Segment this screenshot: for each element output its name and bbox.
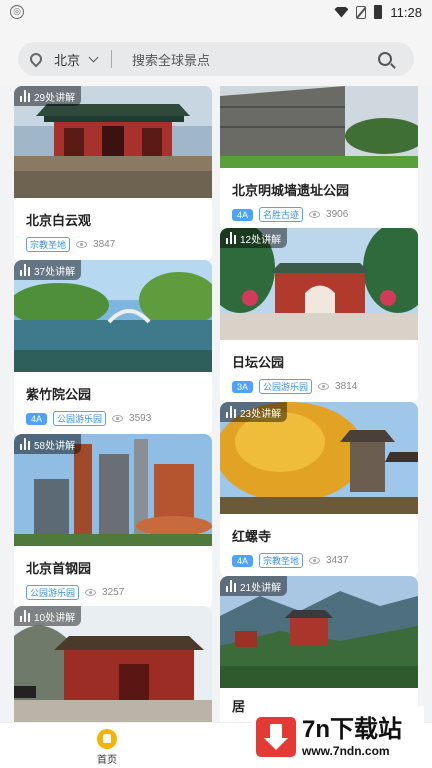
guide-count-badge: 12处讲解 [220, 228, 288, 248]
watermark-url: www.7ndn.com [302, 744, 390, 758]
attraction-title[interactable]: 北京首钢园 [14, 546, 212, 585]
attraction-photo[interactable]: 23处讲解 [220, 402, 418, 514]
view-count: 3437 [326, 555, 349, 566]
audio-bars-icon [226, 232, 236, 244]
attraction-photo[interactable]: 37处讲解 [14, 260, 212, 372]
search-divider [111, 50, 113, 68]
guide-count: 10处讲解 [34, 612, 76, 624]
guide-count-badge: 21处讲解 [220, 576, 288, 596]
audio-bars-icon [20, 90, 30, 102]
notification-icon: ◎ [10, 5, 24, 19]
level-tag: 4A [232, 208, 254, 221]
attraction-title[interactable]: 日坛公园 [220, 340, 418, 379]
audio-bars-icon [20, 264, 30, 276]
eye-icon [85, 589, 97, 596]
attraction-feed[interactable]: 29处讲解 北京白云观 宗教圣地 3847 37处讲解 紫竹院公园 4A 公园游… [0, 86, 432, 722]
level-tag: 4A [26, 412, 48, 425]
guide-count-badge: 58处讲解 [14, 434, 82, 454]
watermark-text: 7n下载站 www.7ndn.com [302, 716, 402, 758]
attraction-photo[interactable]: 58处讲解 [14, 434, 212, 546]
attraction-card[interactable]: 37处讲解 紫竹院公园 4A 公园游乐园 3593 [14, 260, 212, 436]
audio-bars-icon [226, 580, 236, 592]
status-bar: ◎ 11:28 [0, 0, 432, 24]
header: 北京 搜索全球景点 [0, 24, 432, 86]
attraction-photo[interactable]: 10处讲解 [14, 606, 212, 722]
attraction-card[interactable]: 10处讲解 [14, 606, 212, 722]
battery-icon [374, 5, 383, 19]
attraction-card[interactable]: 12处讲解 日坛公园 3A 公园游乐园 3814 [220, 228, 418, 404]
eye-icon [112, 415, 124, 422]
city-wall-photo [220, 86, 418, 168]
category-tag: 名胜古迹 [259, 207, 304, 222]
category-tag: 公园游乐园 [259, 379, 313, 394]
attraction-photo[interactable] [220, 86, 418, 168]
status-time: 11:28 [390, 4, 422, 20]
category-tag: 公园游乐园 [26, 585, 80, 600]
home-icon[interactable] [97, 729, 117, 749]
watermark-title: 7n下载站 [302, 716, 403, 743]
status-icons: 11:28 [334, 5, 422, 20]
view-count: 3257 [102, 587, 125, 598]
attraction-title[interactable]: 紫竹院公园 [14, 372, 212, 411]
nav-home-label[interactable]: 首页 [97, 751, 117, 766]
attraction-photo[interactable]: 21处讲解 [220, 576, 418, 688]
attraction-title[interactable]: 北京明城墙遗址公园 [220, 168, 418, 207]
guide-count-badge: 37处讲解 [14, 260, 82, 280]
attraction-tags: 3A 公园游乐园 3814 [220, 379, 418, 404]
nav-home[interactable]: 首页 [92, 729, 122, 766]
audio-bars-icon [20, 610, 30, 622]
guide-count: 37处讲解 [34, 266, 76, 278]
guide-count: 23处讲解 [240, 408, 282, 420]
audio-bars-icon [20, 438, 30, 450]
guide-count-badge: 10处讲解 [14, 606, 82, 626]
guide-count-badge: 23处讲解 [220, 402, 288, 422]
attraction-tags: 4A 宗教圣地 3437 [220, 553, 418, 578]
attraction-photo[interactable]: 29处讲解 [14, 86, 212, 198]
download-logo-icon [256, 717, 296, 757]
level-tag: 3A [232, 380, 254, 393]
eye-icon [318, 383, 330, 390]
attraction-card[interactable]: 58处讲解 北京首钢园 公园游乐园 3257 [14, 434, 212, 610]
guide-count: 58处讲解 [34, 440, 76, 452]
attraction-title[interactable]: 北京白云观 [14, 198, 212, 237]
guide-count: 12处讲解 [240, 234, 282, 246]
search-input[interactable]: 搜索全球景点 [132, 50, 378, 69]
site-watermark: 7n下载站 www.7ndn.com [252, 706, 424, 768]
chevron-down-icon[interactable] [88, 52, 99, 63]
audio-bars-icon [226, 406, 236, 418]
search-icon[interactable] [378, 52, 392, 66]
eye-icon [76, 241, 88, 248]
location-pin-icon[interactable] [27, 50, 45, 68]
attraction-tags: 宗教圣地 3847 [14, 237, 212, 262]
view-count: 3814 [335, 381, 358, 392]
guide-count: 21处讲解 [240, 582, 282, 594]
no-sim-icon [356, 5, 367, 19]
view-count: 3847 [93, 239, 116, 250]
attraction-card[interactable]: 29处讲解 北京白云观 宗教圣地 3847 [14, 86, 212, 262]
wifi-icon [334, 6, 349, 18]
eye-icon [309, 557, 321, 564]
search-bar[interactable]: 北京 搜索全球景点 [18, 42, 414, 76]
guide-count-badge: 29处讲解 [14, 86, 82, 106]
city-selector[interactable]: 北京 [54, 50, 80, 69]
category-tag: 宗教圣地 [26, 237, 71, 252]
category-tag: 宗教圣地 [259, 553, 304, 568]
guide-count: 29处讲解 [34, 92, 76, 104]
attraction-title[interactable]: 红螺寺 [220, 514, 418, 553]
attraction-tags: 4A 公园游乐园 3593 [14, 411, 212, 436]
view-count: 3593 [129, 413, 152, 424]
attraction-card[interactable]: 23处讲解 红螺寺 4A 宗教圣地 3437 [220, 402, 418, 578]
level-tag: 4A [232, 554, 254, 567]
category-tag: 公园游乐园 [53, 411, 107, 426]
attraction-card[interactable]: 北京明城墙遗址公园 4A 名胜古迹 3906 [220, 86, 418, 232]
attraction-photo[interactable]: 12处讲解 [220, 228, 418, 340]
attraction-card[interactable]: 21处讲解 居 [220, 576, 418, 722]
view-count: 3906 [326, 209, 349, 220]
eye-icon [309, 211, 321, 218]
